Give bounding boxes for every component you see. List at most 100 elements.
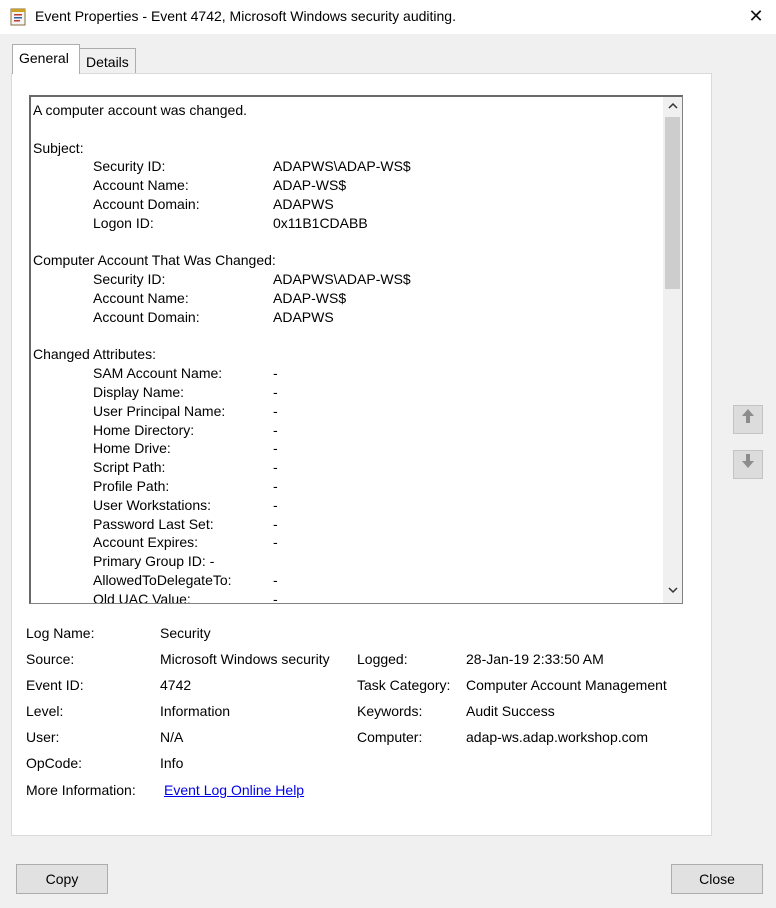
event-log-online-help-link[interactable]: Event Log Online Help	[164, 782, 304, 798]
description-field-label: Security ID:	[93, 158, 166, 175]
description-line: Script Path: -	[33, 458, 658, 477]
description-field-value: -	[273, 534, 278, 551]
description-line	[33, 233, 658, 252]
description-field-label: Account Domain:	[93, 308, 200, 325]
description-field-label: Old UAC Value:	[93, 590, 191, 604]
description-field-value: -	[273, 515, 278, 532]
description-line: Display Name: -	[33, 383, 658, 402]
description-field-value: -	[273, 477, 278, 494]
description-field-label: Home Directory:	[93, 421, 195, 438]
description-line: Account Expires: -	[33, 533, 658, 552]
description-field-label: Home Drive:	[93, 440, 171, 457]
description-field-value: ADAPWS	[273, 308, 334, 325]
description-field-value: -	[273, 402, 278, 419]
description-line: Security ID: ADAPWS\ADAP-WS$	[33, 157, 658, 176]
description-line: Profile Path: -	[33, 477, 658, 496]
window-title: Event Properties - Event 4742, Microsoft…	[35, 8, 456, 24]
description-line: A computer account was changed.	[33, 101, 658, 120]
previous-event-button[interactable]	[733, 405, 763, 434]
event-description-box[interactable]: A computer account was changed. Subject: S…	[29, 95, 683, 604]
description-field-value: -	[273, 365, 278, 382]
description-field-value: -	[273, 590, 278, 604]
description-field-label: Account Name:	[93, 289, 189, 306]
description-field-label: SAM Account Name:	[93, 365, 223, 382]
description-line: Primary Group ID: -	[33, 552, 658, 571]
user-label: User:	[26, 729, 60, 745]
description-field-label: Account Domain:	[93, 195, 200, 212]
description-line: Old UAC Value: -	[33, 590, 658, 604]
description-field-value: ADAPWS\ADAP-WS$	[273, 158, 411, 175]
description-field-value: ADAP-WS$	[273, 177, 347, 194]
description-field-value: ADAP-WS$	[273, 289, 347, 306]
description-line: User Workstations: -	[33, 496, 658, 515]
description-text: Computer Account That Was Changed:	[33, 252, 276, 269]
scrollbar-thumb[interactable]	[665, 117, 680, 289]
scroll-up-icon[interactable]	[663, 99, 682, 117]
description-field-label: Security ID:	[93, 271, 166, 288]
source-value: Microsoft Windows security	[160, 651, 330, 667]
description-field-label: Account Name:	[93, 177, 189, 194]
user-value: N/A	[160, 729, 184, 745]
description-line: Security ID: ADAPWS\ADAP-WS$	[33, 270, 658, 289]
description-text: Changed Attributes:	[33, 346, 156, 363]
event-id-label: Event ID:	[26, 677, 84, 693]
source-label: Source:	[26, 651, 75, 667]
arrow-up-icon	[742, 409, 754, 423]
opcode-label: OpCode:	[26, 755, 83, 771]
more-information-label: More Information:	[26, 782, 136, 798]
description-field-value: -	[273, 383, 278, 400]
description-field-value: ADAPWS\ADAP-WS$	[273, 271, 411, 288]
description-field-label: AllowedToDelegateTo:	[93, 571, 232, 588]
log-name-value: Security	[160, 625, 211, 641]
description-field-label: Display Name:	[93, 383, 185, 400]
close-button[interactable]: Close	[671, 864, 763, 894]
description-line	[33, 327, 658, 346]
description-field-value: ADAPWS	[273, 195, 334, 212]
description-line: AllowedToDelegateTo: -	[33, 571, 658, 590]
copy-button[interactable]: Copy	[16, 864, 108, 894]
description-line: Account Name: ADAP-WS$	[33, 289, 658, 308]
next-event-button[interactable]	[733, 450, 763, 479]
title-bar: Event Properties - Event 4742, Microsoft…	[0, 0, 776, 34]
description-line: Password Last Set: -	[33, 515, 658, 534]
description-line: Subject:	[33, 139, 658, 158]
description-line	[33, 120, 658, 139]
description-field-label: Logon ID:	[93, 214, 154, 231]
description-field-label: Script Path:	[93, 459, 166, 476]
task-category-value: Computer Account Management	[466, 677, 667, 693]
description-line: Home Drive: -	[33, 439, 658, 458]
description-scrollbar[interactable]	[663, 97, 682, 603]
description-line: Changed Attributes:	[33, 345, 658, 364]
description-text: Subject:	[33, 139, 84, 156]
description-line: Account Domain: ADAPWS	[33, 195, 658, 214]
description-field-value: -	[273, 459, 278, 476]
description-field-label: Primary Group ID: -	[93, 553, 215, 570]
description-line: User Principal Name: -	[33, 402, 658, 421]
description-line: Computer Account That Was Changed:	[33, 251, 658, 270]
description-line: Account Domain: ADAPWS	[33, 308, 658, 327]
window-close-icon[interactable]: ✕	[742, 4, 770, 30]
tab-general[interactable]: General	[12, 44, 80, 74]
description-field-value: 0x11B1CDABB	[273, 214, 368, 231]
description-line: SAM Account Name: -	[33, 364, 658, 383]
description-field-value: -	[273, 571, 278, 588]
computer-label: Computer:	[357, 729, 423, 745]
level-label: Level:	[26, 703, 64, 719]
description-field-label: User Principal Name:	[93, 402, 226, 419]
description-field-value: -	[273, 496, 278, 513]
description-field-label: User Workstations:	[93, 496, 211, 513]
description-field-value: -	[273, 440, 278, 457]
description-line: Logon ID: 0x11B1CDABB	[33, 214, 658, 233]
tab-details[interactable]: Details	[79, 48, 136, 74]
description-field-value: -	[273, 421, 278, 438]
event-viewer-icon	[10, 8, 26, 26]
keywords-value: Audit Success	[466, 703, 555, 719]
level-value: Information	[160, 703, 231, 719]
description-field-label: Profile Path:	[93, 477, 170, 494]
scroll-down-icon[interactable]	[663, 583, 682, 601]
keywords-label: Keywords:	[357, 703, 423, 719]
task-category-label: Task Category:	[357, 677, 451, 693]
log-name-label: Log Name:	[26, 625, 95, 641]
description-field-label: Account Expires:	[93, 534, 199, 551]
logged-value: 28-Jan-19 2:33:50 AM	[466, 651, 604, 667]
